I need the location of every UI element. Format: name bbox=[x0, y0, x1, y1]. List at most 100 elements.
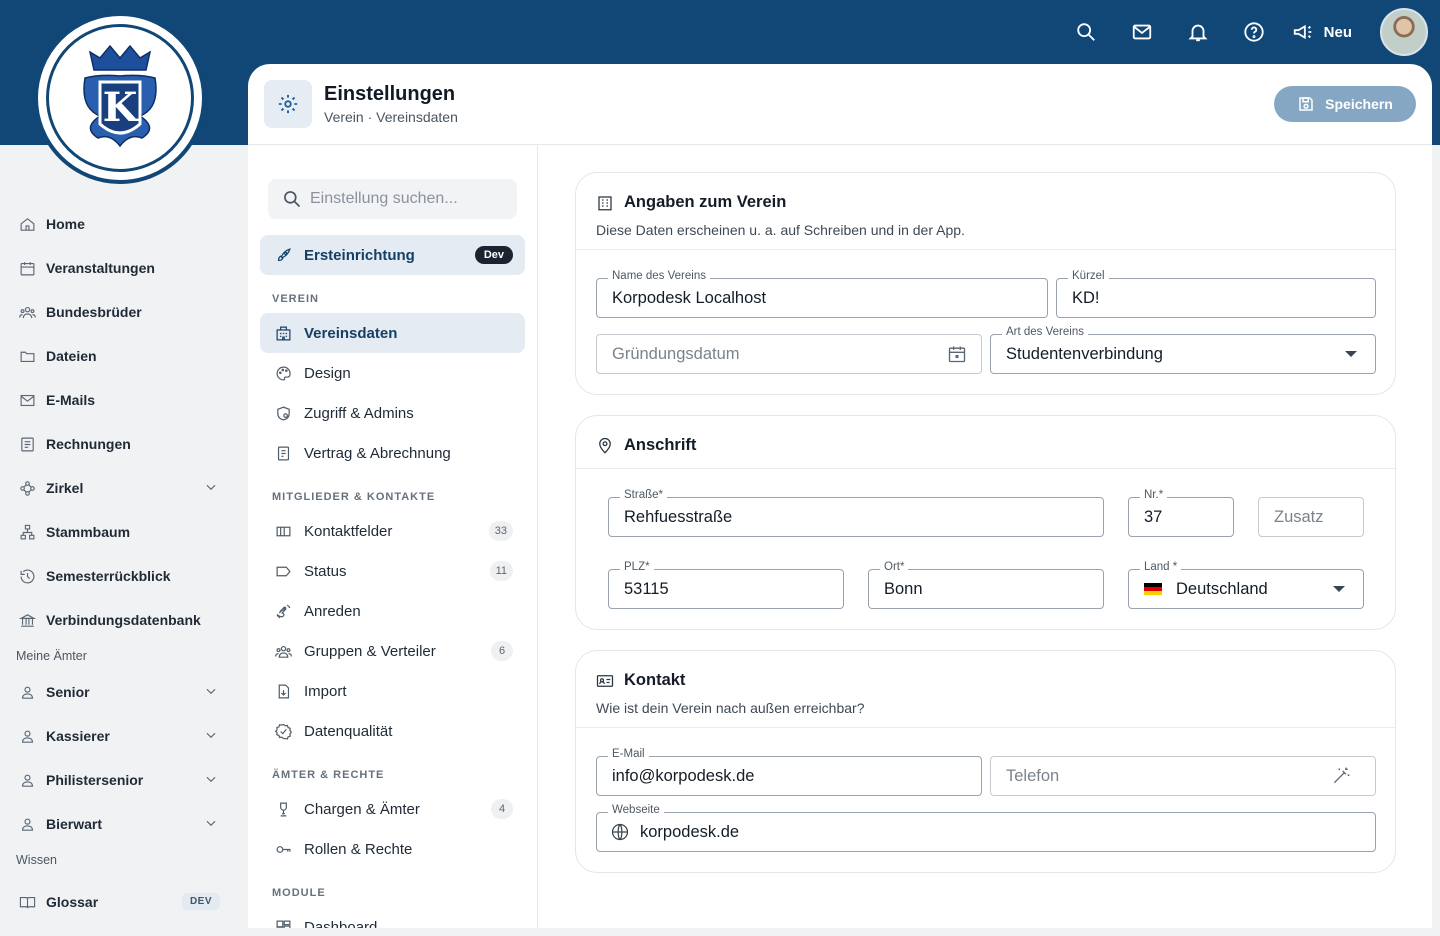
sidebar-item-label: Kassierer bbox=[46, 728, 110, 744]
sidebar-item-home[interactable]: Home bbox=[0, 202, 248, 246]
field-label: Nr.* bbox=[1140, 489, 1168, 501]
mail-icon bbox=[18, 391, 36, 409]
settings-panel: Einstellungen Verein · Vereinsdaten Spei… bbox=[248, 64, 1432, 928]
bell-icon[interactable] bbox=[1170, 0, 1226, 64]
hausnummer-field[interactable]: Nr.* 37 bbox=[1128, 489, 1234, 537]
settings-item-design[interactable]: Design bbox=[260, 353, 525, 393]
verein-card: Angaben zum Verein Diese Daten erscheine… bbox=[575, 172, 1396, 395]
chevron-down-icon[interactable] bbox=[204, 684, 218, 698]
help-icon[interactable] bbox=[1226, 0, 1282, 64]
sidebar-item-kassierer[interactable]: Kassierer bbox=[0, 714, 248, 758]
sidebar-item-bundesbrueder[interactable]: Bundesbrüder bbox=[0, 290, 248, 334]
sidebar-item-senior[interactable]: Senior bbox=[0, 670, 248, 714]
chevron-down-icon[interactable] bbox=[204, 480, 218, 494]
mail-icon[interactable] bbox=[1114, 0, 1170, 64]
ort-field[interactable]: Ort* Bonn bbox=[868, 561, 1104, 609]
gear-icon bbox=[264, 80, 312, 128]
settings-item-rollen[interactable]: Rollen & Rechte bbox=[260, 829, 525, 869]
chevron-down-icon[interactable] bbox=[204, 816, 218, 830]
sidebar-item-veranstaltungen[interactable]: Veranstaltungen bbox=[0, 246, 248, 290]
contact-card-icon bbox=[596, 674, 614, 687]
sidebar-item-label: Home bbox=[46, 216, 85, 232]
sidebar-item-label: Senior bbox=[46, 684, 90, 700]
page-title: Einstellungen bbox=[324, 83, 456, 105]
sidebar-item-label: Stammbaum bbox=[46, 524, 131, 540]
field-value: 53115 bbox=[624, 579, 669, 598]
sidebar-item-bierwart[interactable]: Bierwart bbox=[0, 802, 248, 846]
settings-item-vertrag[interactable]: Vertrag & Abrechnung bbox=[260, 433, 525, 473]
webseite-field[interactable]: Webseite korpodesk.de bbox=[596, 804, 1376, 852]
settings-item-chargen[interactable]: Chargen & Ämter 4 bbox=[260, 789, 525, 829]
label-icon bbox=[274, 562, 292, 580]
file-import-icon bbox=[274, 682, 292, 700]
telefon-field[interactable]: Telefon bbox=[990, 756, 1376, 796]
top-actions: Neu bbox=[1058, 0, 1440, 64]
settings-item-zugriff[interactable]: Zugriff & Admins bbox=[260, 393, 525, 433]
contract-icon bbox=[274, 444, 292, 462]
dev-badge: DEV bbox=[181, 893, 220, 910]
save-label: Speichern bbox=[1325, 96, 1393, 112]
field-value: korpodesk.de bbox=[640, 822, 740, 841]
field-value: Korpodesk Localhost bbox=[612, 288, 767, 307]
count-badge: 11 bbox=[489, 561, 513, 581]
sidebar-item-emails[interactable]: E-Mails bbox=[0, 378, 248, 422]
field-placeholder: Telefon bbox=[1006, 766, 1060, 785]
vereinsart-select[interactable]: Art des Vereins Studentenverbindung bbox=[990, 326, 1376, 374]
settings-item-dashboard[interactable]: Dashboard bbox=[260, 907, 525, 928]
settings-item-label: Import bbox=[304, 682, 347, 700]
chevron-down-icon[interactable] bbox=[204, 772, 218, 786]
kuerzel-field[interactable]: Kürzel KD! bbox=[1056, 270, 1376, 318]
map-pin-icon bbox=[599, 437, 611, 454]
sidebar-item-dateien[interactable]: Dateien bbox=[0, 334, 248, 378]
search-icon[interactable] bbox=[1058, 0, 1114, 64]
magic-wand-icon[interactable] bbox=[1331, 766, 1351, 786]
sidebar-item-glossar[interactable]: Glossar DEV bbox=[0, 880, 248, 924]
person-icon bbox=[18, 771, 36, 789]
land-select[interactable]: Land * Deutschland bbox=[1128, 561, 1364, 609]
dev-badge: Dev bbox=[474, 246, 513, 264]
field-label: Art des Vereins bbox=[1002, 326, 1088, 338]
settings-search[interactable] bbox=[268, 179, 517, 219]
sidebar-item-philistersenior[interactable]: Philistersenior bbox=[0, 758, 248, 802]
settings-item-anreden[interactable]: Anreden bbox=[260, 591, 525, 631]
search-icon bbox=[284, 191, 301, 208]
plz-field[interactable]: PLZ* 53115 bbox=[608, 561, 844, 609]
user-avatar[interactable] bbox=[1380, 8, 1428, 56]
strasse-field[interactable]: Straße* Rehfuesstraße bbox=[608, 489, 1104, 537]
settings-item-datenqualitaet[interactable]: Datenqualität bbox=[260, 711, 525, 751]
settings-item-vereinsdaten[interactable]: Vereinsdaten bbox=[260, 313, 525, 353]
settings-item-import[interactable]: Import bbox=[260, 671, 525, 711]
calendar-icon[interactable] bbox=[947, 344, 967, 364]
chevron-down-icon[interactable] bbox=[204, 728, 218, 742]
gruendungsdatum-field[interactable]: Gründungsdatum bbox=[596, 334, 982, 374]
sidebar-item-label: Philistersenior bbox=[46, 772, 144, 788]
email-field[interactable]: E-Mail info@korpodesk.de bbox=[596, 748, 982, 796]
dropdown-caret-icon bbox=[1333, 586, 1345, 592]
news-button[interactable]: Neu bbox=[1292, 21, 1352, 43]
key-icon bbox=[274, 840, 292, 858]
sidebar-item-semesterrueckblick[interactable]: Semesterrückblick bbox=[0, 554, 248, 598]
save-icon bbox=[1299, 97, 1313, 111]
sidebar-item-stammbaum[interactable]: Stammbaum bbox=[0, 510, 248, 554]
club-logo[interactable]: K bbox=[34, 12, 206, 184]
settings-item-ersteinrichtung[interactable]: Ersteinrichtung Dev bbox=[260, 235, 525, 275]
settings-item-label: Dashboard bbox=[304, 918, 378, 929]
settings-item-kontaktfelder[interactable]: Kontaktfelder 33 bbox=[260, 511, 525, 551]
settings-item-label: Gruppen & Verteiler bbox=[304, 642, 436, 660]
settings-item-status[interactable]: Status 11 bbox=[260, 551, 525, 591]
club-crest: K bbox=[46, 24, 194, 172]
sidebar-item-verbindungsdatenbank[interactable]: Verbindungsdatenbank bbox=[0, 598, 248, 642]
vereinsname-field[interactable]: Name des Vereins Korpodesk Localhost bbox=[596, 270, 1048, 318]
save-button[interactable]: Speichern bbox=[1274, 86, 1416, 122]
settings-item-gruppen[interactable]: Gruppen & Verteiler 6 bbox=[260, 631, 525, 671]
settings-search-input[interactable] bbox=[310, 190, 490, 208]
zusatz-field[interactable]: Zusatz bbox=[1258, 497, 1364, 537]
settings-item-label: Chargen & Ämter bbox=[304, 800, 420, 818]
zirkel-icon bbox=[18, 479, 36, 497]
shield-user-icon bbox=[274, 404, 292, 422]
sidebar-item-zirkel[interactable]: Zirkel bbox=[0, 466, 248, 510]
person-icon bbox=[18, 727, 36, 745]
sidebar-item-rechnungen[interactable]: Rechnungen bbox=[0, 422, 248, 466]
sidebar-item-label: E-Mails bbox=[46, 392, 96, 408]
people-icon bbox=[18, 303, 36, 321]
